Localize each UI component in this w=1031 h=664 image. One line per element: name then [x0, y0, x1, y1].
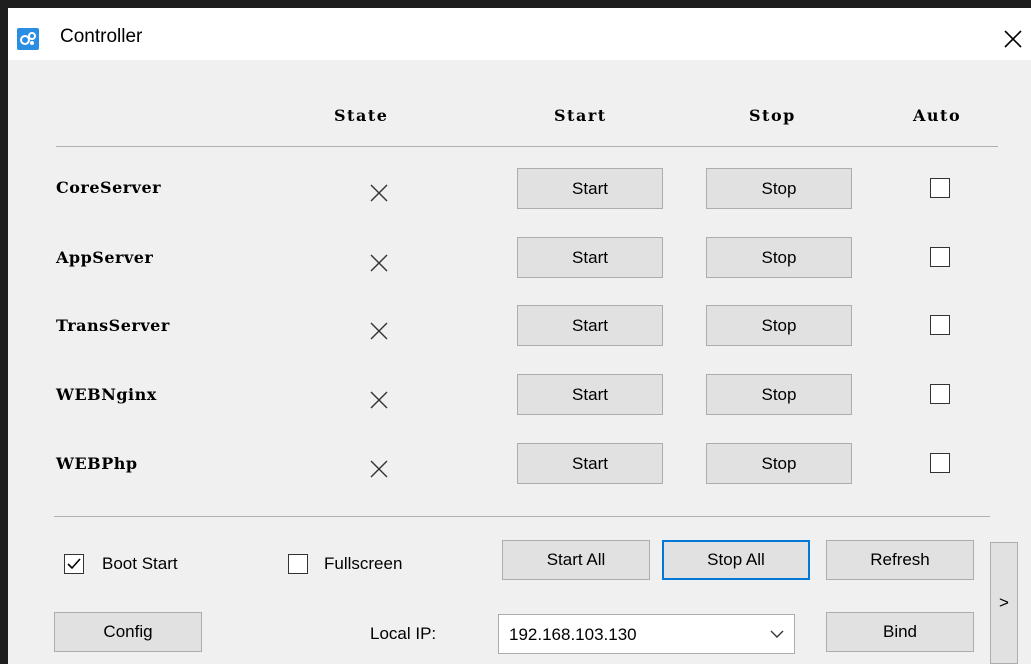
- x-mark-icon: [370, 184, 388, 202]
- x-mark-icon: [370, 460, 388, 478]
- start-button-webphp[interactable]: Start: [517, 443, 663, 484]
- service-name-webnginx: WEBNginx: [56, 385, 157, 404]
- window-title: Controller: [60, 26, 143, 47]
- controller-window: Controller State Start Stop Auto CoreSer…: [8, 8, 1031, 664]
- service-name-appserver: AppServer: [56, 248, 154, 267]
- fullscreen-checkbox[interactable]: [288, 554, 308, 574]
- boot-start-label[interactable]: Boot Start: [102, 554, 178, 574]
- start-button-webnginx[interactable]: Start: [517, 374, 663, 415]
- stop-button-transserver[interactable]: Stop: [706, 305, 852, 346]
- auto-checkbox-webphp[interactable]: [930, 453, 950, 473]
- start-all-button[interactable]: Start All: [502, 540, 650, 580]
- header-state: State: [334, 106, 389, 125]
- close-icon: [1004, 30, 1022, 48]
- close-button[interactable]: [995, 22, 1031, 56]
- title-bar: Controller: [8, 8, 1031, 60]
- stop-button-appserver[interactable]: Stop: [706, 237, 852, 278]
- local-ip-value: 192.168.103.130: [509, 625, 637, 644]
- local-ip-dropdown[interactable]: 192.168.103.130: [498, 614, 795, 654]
- stop-button-coreserver[interactable]: Stop: [706, 168, 852, 209]
- bind-button[interactable]: Bind: [826, 612, 974, 652]
- boot-start-checkbox[interactable]: [64, 554, 84, 574]
- stop-all-button[interactable]: Stop All: [662, 540, 810, 580]
- service-name-webphp: WEBPhp: [56, 454, 138, 473]
- footer-divider: [54, 516, 990, 517]
- x-mark-icon: [370, 322, 388, 340]
- service-name-coreserver: CoreServer: [56, 178, 162, 197]
- stop-button-webnginx[interactable]: Stop: [706, 374, 852, 415]
- stop-button-webphp[interactable]: Stop: [706, 443, 852, 484]
- chevron-down-icon: [770, 630, 784, 638]
- local-ip-label: Local IP:: [370, 624, 437, 643]
- config-button[interactable]: Config: [54, 612, 202, 652]
- start-button-transserver[interactable]: Start: [517, 305, 663, 346]
- fullscreen-label[interactable]: Fullscreen: [324, 554, 402, 574]
- auto-checkbox-coreserver[interactable]: [930, 178, 950, 198]
- auto-checkbox-webnginx[interactable]: [930, 384, 950, 404]
- header-auto: Auto: [913, 106, 962, 125]
- header-start: Start: [554, 106, 607, 125]
- app-logo-icon: [17, 28, 39, 50]
- x-mark-icon: [370, 391, 388, 409]
- refresh-button[interactable]: Refresh: [826, 540, 974, 580]
- service-name-transserver: TransServer: [56, 316, 170, 335]
- header-stop: Stop: [749, 106, 796, 125]
- header-divider: [56, 146, 998, 147]
- auto-checkbox-transserver[interactable]: [930, 315, 950, 335]
- expand-panel-button[interactable]: >: [990, 542, 1018, 664]
- x-mark-icon: [370, 254, 388, 272]
- auto-checkbox-appserver[interactable]: [930, 247, 950, 267]
- start-button-appserver[interactable]: Start: [517, 237, 663, 278]
- checkmark-icon: [67, 558, 81, 570]
- start-button-coreserver[interactable]: Start: [517, 168, 663, 209]
